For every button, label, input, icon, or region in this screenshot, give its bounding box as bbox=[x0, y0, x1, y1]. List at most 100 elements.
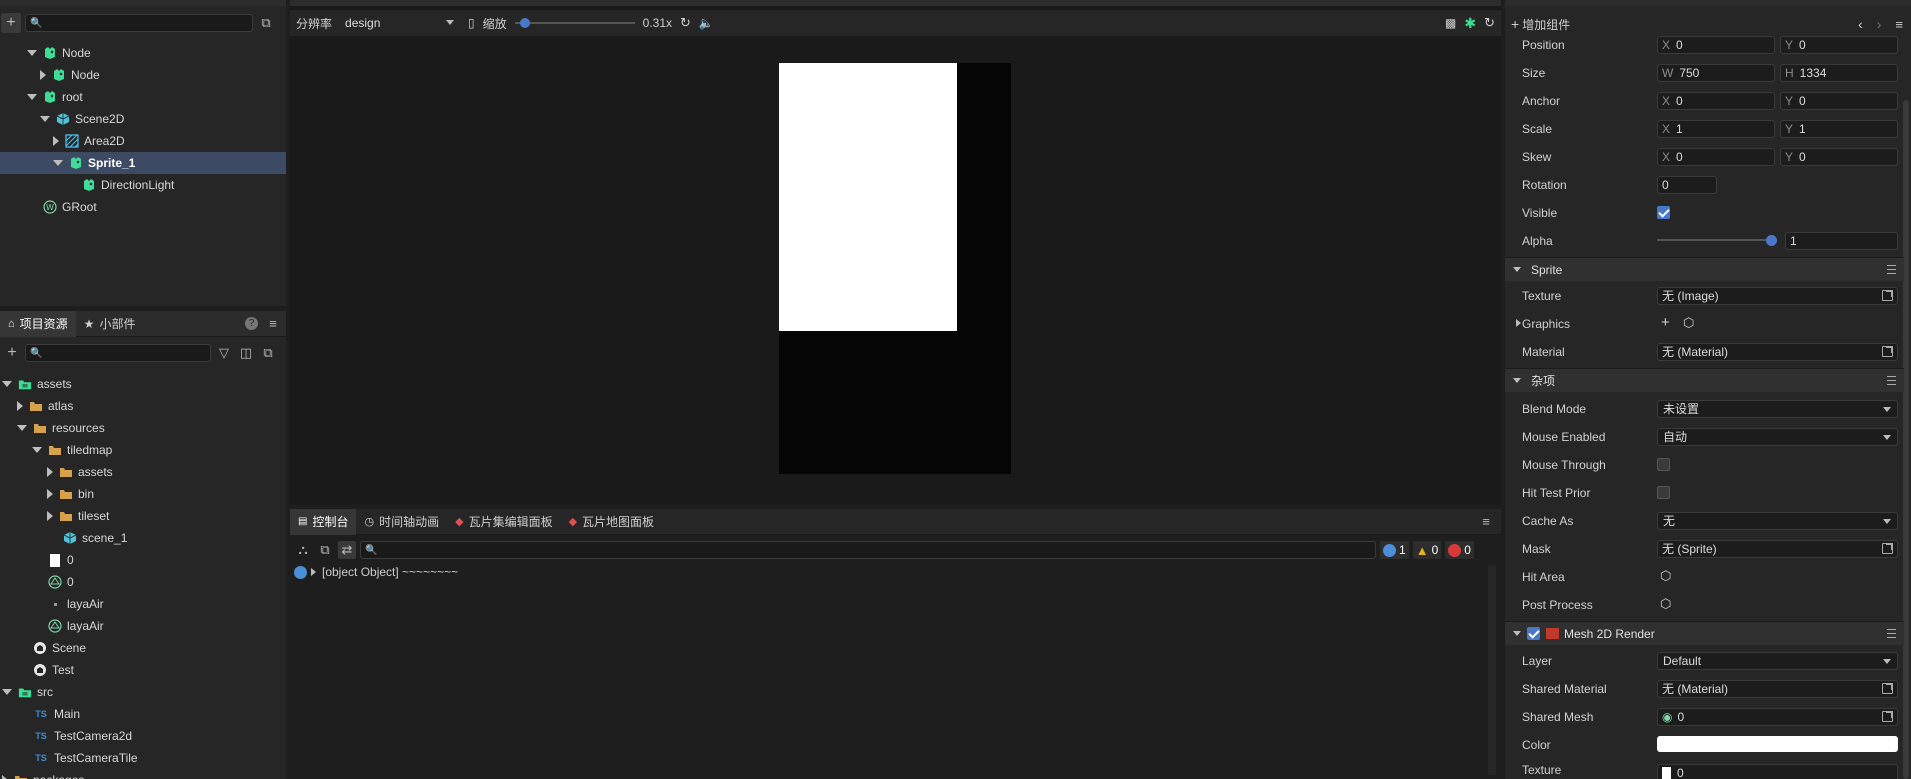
menu-icon[interactable] bbox=[1887, 265, 1896, 274]
asset-item[interactable]: tileset bbox=[0, 505, 286, 527]
tab-tileset-editor[interactable]: ◆ 瓦片集编辑面板 bbox=[447, 509, 560, 535]
asset-item[interactable]: 0 bbox=[0, 571, 286, 593]
settings-hex-icon[interactable]: ⬡ bbox=[1660, 596, 1671, 612]
color-swatch[interactable] bbox=[1657, 736, 1898, 752]
mute-icon[interactable]: 🔈 bbox=[699, 16, 714, 30]
expand-arrow-icon[interactable] bbox=[40, 70, 46, 80]
open-external-icon[interactable] bbox=[1882, 542, 1893, 554]
alpha-slider-knob[interactable] bbox=[1766, 235, 1777, 246]
asset-item[interactable]: assets bbox=[0, 461, 286, 483]
settings-hex-icon[interactable]: ⬡ bbox=[1660, 568, 1671, 584]
layer-select[interactable]: Default bbox=[1657, 651, 1898, 670]
asset-item[interactable]: layaAir bbox=[0, 593, 286, 615]
stats-icon[interactable]: ▩ bbox=[1445, 16, 1456, 30]
mouse-through-checkbox[interactable] bbox=[1657, 458, 1670, 471]
add-component-button[interactable]: 增加组件 bbox=[1522, 16, 1570, 33]
collapse-arrow-icon[interactable] bbox=[32, 447, 42, 453]
copy-icon[interactable]: ⧉ bbox=[316, 541, 334, 559]
asset-item[interactable]: TS TestCameraTile bbox=[0, 747, 286, 769]
expand-arrow-icon[interactable] bbox=[311, 568, 316, 576]
position-x-field[interactable]: X0 bbox=[1657, 35, 1775, 54]
collapse-arrow-icon[interactable] bbox=[17, 425, 27, 431]
open-external-icon[interactable] bbox=[1882, 289, 1893, 301]
add-icon[interactable]: + bbox=[1661, 314, 1670, 331]
collapse-arrow-icon[interactable] bbox=[27, 50, 37, 56]
device-icon[interactable]: ▯ bbox=[468, 16, 475, 30]
blend-mode-select[interactable]: 未设置 bbox=[1657, 399, 1898, 418]
tab-console[interactable]: ▤ 控制台 bbox=[290, 509, 357, 535]
position-y-field[interactable]: Y0 bbox=[1780, 35, 1898, 54]
reset-zoom-icon[interactable]: ↻ bbox=[680, 15, 691, 31]
asset-item[interactable]: Scene bbox=[0, 637, 286, 659]
asset-item[interactable]: TS TestCamera2d bbox=[0, 725, 286, 747]
mesh-2d-render-section-header[interactable]: Mesh 2D Render bbox=[1505, 621, 1904, 645]
asset-item[interactable]: TS Main bbox=[0, 703, 286, 725]
open-external-icon[interactable] bbox=[1882, 710, 1893, 722]
texture2-field[interactable]: 0 bbox=[1657, 764, 1898, 779]
expand-arrow-icon[interactable] bbox=[2, 775, 8, 779]
tab-widgets[interactable]: ★ 小部件 bbox=[76, 311, 144, 337]
asset-item[interactable]: assets bbox=[0, 373, 286, 395]
skew-y-field[interactable]: Y0 bbox=[1780, 147, 1898, 166]
alpha-field[interactable]: 1 bbox=[1785, 231, 1898, 250]
shared-material-field[interactable]: 无 (Material) bbox=[1657, 679, 1898, 698]
anchor-x-field[interactable]: X0 bbox=[1657, 91, 1775, 110]
hierarchy-node[interactable]: W GRoot bbox=[0, 196, 286, 218]
zoom-slider[interactable] bbox=[514, 17, 635, 29]
shared-mesh-field[interactable]: ◉ 0 bbox=[1657, 707, 1898, 726]
mesh-render-enabled-checkbox[interactable] bbox=[1527, 627, 1540, 640]
refresh-icon[interactable]: ↻ bbox=[1484, 15, 1495, 31]
help-icon[interactable]: ? bbox=[245, 317, 258, 330]
anchor-y-field[interactable]: Y0 bbox=[1780, 91, 1898, 110]
menu-icon[interactable] bbox=[1887, 376, 1896, 385]
menu-icon[interactable]: ≡ bbox=[1895, 17, 1903, 32]
filter-icon[interactable]: ▽ bbox=[215, 344, 233, 362]
hierarchy-node[interactable]: Area2D bbox=[0, 130, 286, 152]
back-icon[interactable]: ‹ bbox=[1858, 16, 1863, 32]
asset-item[interactable]: bin bbox=[0, 483, 286, 505]
collapse-arrow-icon[interactable] bbox=[40, 116, 50, 122]
console-search[interactable]: 🔍 bbox=[360, 541, 1376, 559]
asset-item[interactable]: tiledmap bbox=[0, 439, 286, 461]
asset-item[interactable]: atlas bbox=[0, 395, 286, 417]
visible-checkbox[interactable] bbox=[1657, 206, 1670, 219]
asset-item[interactable]: src bbox=[0, 681, 286, 703]
asset-item[interactable]: 0 bbox=[0, 549, 286, 571]
collapse-arrow-icon[interactable] bbox=[2, 381, 12, 387]
expand-arrow-icon[interactable] bbox=[1516, 319, 1521, 327]
assets-search[interactable]: 🔍 bbox=[25, 344, 211, 362]
tab-project-assets[interactable]: ⌂ 项目资源 bbox=[0, 311, 76, 337]
menu-icon[interactable]: ≡ bbox=[1477, 513, 1495, 531]
expand-arrow-icon[interactable] bbox=[47, 467, 53, 477]
hierarchy-node[interactable]: DirectionLight bbox=[0, 174, 286, 196]
expand-arrow-icon[interactable] bbox=[47, 511, 53, 521]
open-external-icon[interactable] bbox=[1882, 682, 1893, 694]
alpha-slider[interactable] bbox=[1657, 234, 1777, 246]
hierarchy-node[interactable]: root bbox=[0, 86, 286, 108]
console-scrollbar[interactable] bbox=[1488, 565, 1496, 775]
hierarchy-search-input[interactable] bbox=[46, 16, 248, 30]
hierarchy-node[interactable]: Sprite_1 bbox=[0, 152, 286, 174]
mouse-enabled-select[interactable]: 自动 bbox=[1657, 427, 1898, 446]
hierarchy-node[interactable]: Scene2D bbox=[0, 108, 286, 130]
resolution-select[interactable]: design bbox=[340, 14, 461, 32]
menu-icon[interactable] bbox=[1887, 629, 1896, 638]
hit-test-prior-checkbox[interactable] bbox=[1657, 486, 1670, 499]
expand-arrow-icon[interactable] bbox=[47, 489, 53, 499]
hierarchy-node[interactable]: Node bbox=[0, 42, 286, 64]
tools-icon[interactable]: ✱ bbox=[1464, 15, 1476, 32]
add-node-button[interactable]: + bbox=[1, 13, 21, 33]
sprite-section-header[interactable]: Sprite bbox=[1505, 257, 1904, 281]
expand-arrow-icon[interactable] bbox=[17, 401, 23, 411]
collapse-arrow-icon[interactable] bbox=[2, 689, 12, 695]
settings-hex-icon[interactable]: ⬡ bbox=[1683, 315, 1694, 331]
menu-icon[interactable]: ≡ bbox=[264, 315, 282, 333]
texture-field[interactable]: 无 (Image) bbox=[1657, 286, 1898, 305]
asset-item[interactable]: Test bbox=[0, 659, 286, 681]
add-component-icon[interactable]: + bbox=[1511, 16, 1519, 32]
asset-item[interactable]: scene_1 bbox=[0, 527, 286, 549]
assets-search-input[interactable] bbox=[46, 346, 206, 360]
hierarchy-search[interactable]: 🔍 bbox=[25, 14, 253, 32]
split-view-icon[interactable]: ◫ bbox=[237, 344, 255, 362]
tab-timeline[interactable]: ◷ 时间轴动画 bbox=[356, 509, 447, 535]
